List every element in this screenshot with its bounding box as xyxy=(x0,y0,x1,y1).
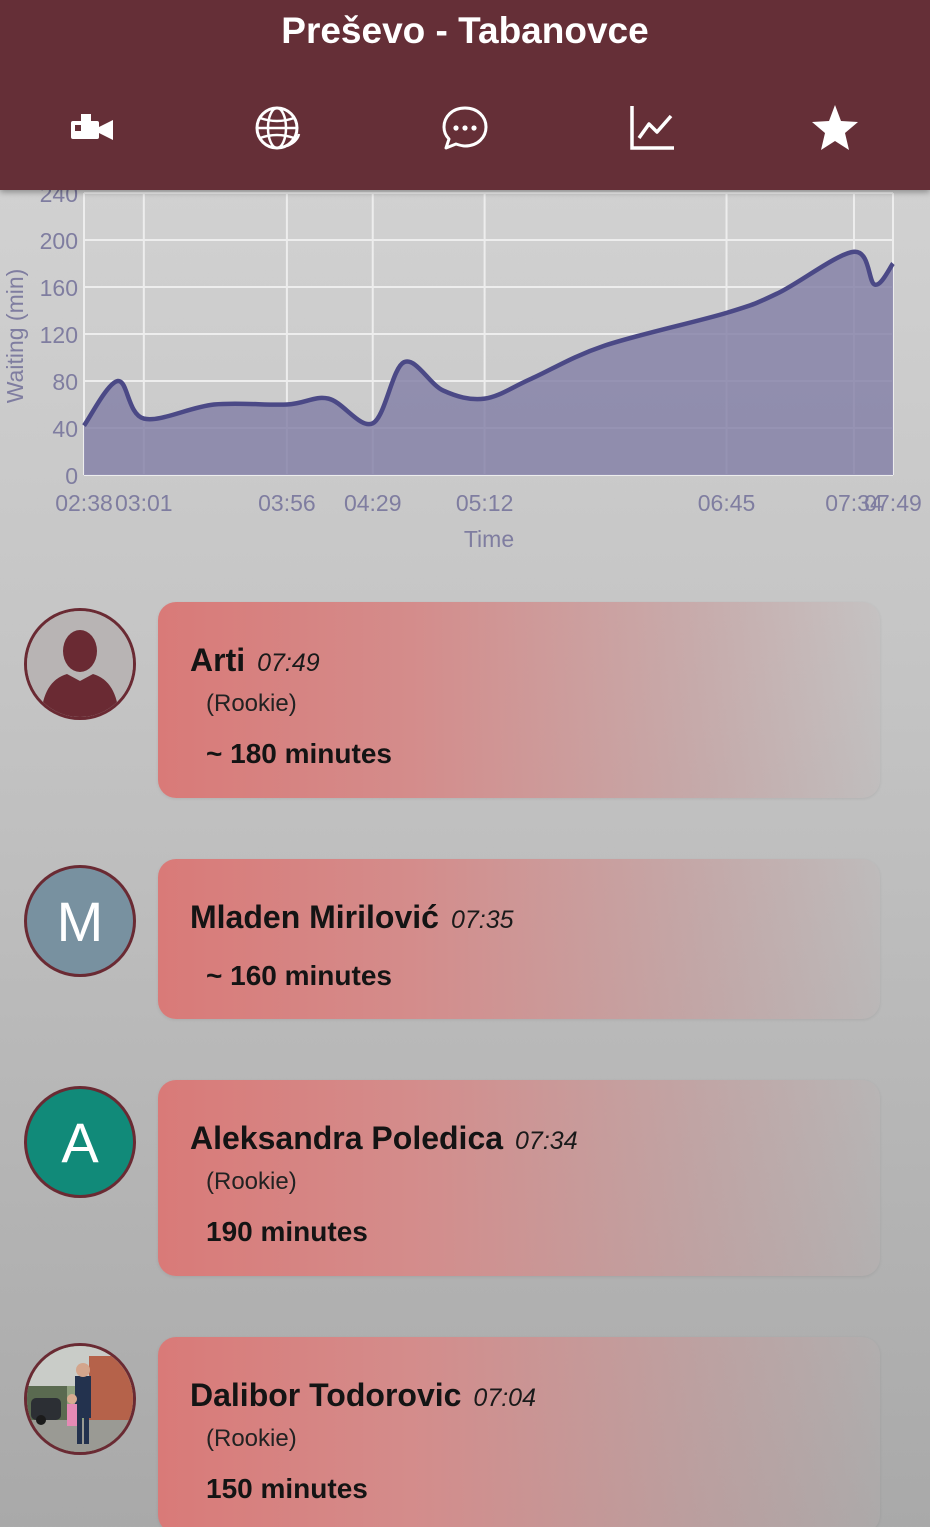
avatar-letter: M xyxy=(56,889,104,953)
reporter-name: Arti xyxy=(190,642,246,678)
y-tick-label: 120 xyxy=(40,322,78,348)
globe-button[interactable] xyxy=(242,95,312,161)
x-tick-label: 02:38 xyxy=(55,490,113,516)
reporter-name: Aleksandra Poledica xyxy=(190,1120,504,1156)
report-time: 07:04 xyxy=(473,1384,536,1412)
avatar[interactable]: M xyxy=(24,865,136,977)
waiting-minutes: ~ 160 minutes xyxy=(206,960,392,991)
x-tick-label: 07:49 xyxy=(864,490,922,516)
report-time: 07:35 xyxy=(450,906,514,934)
y-tick-label: 0 xyxy=(65,463,78,489)
reporter-rank: (Rookie) xyxy=(206,1168,297,1195)
toolbar xyxy=(0,95,930,165)
y-tick-label: 160 xyxy=(40,275,78,301)
x-tick-label: 06:45 xyxy=(698,490,756,516)
waiting-minutes: ~ 180 minutes xyxy=(206,738,392,769)
report-card[interactable]: Aleksandra Poledica 07:34 (Rookie) 190 mi… xyxy=(158,1080,880,1276)
chart-svg: 0 40 80 120 160 200 240 02:38 03:01 03:56 04:29 05:… xyxy=(2,190,922,552)
avatar[interactable] xyxy=(24,608,136,720)
chat-bubble-icon xyxy=(442,106,488,150)
waiting-minutes: 190 minutes xyxy=(206,1216,368,1247)
video-camera-button[interactable] xyxy=(58,95,128,161)
line-chart-icon xyxy=(630,106,674,150)
user-silhouette-icon xyxy=(27,611,133,717)
report-time: 07:34 xyxy=(515,1127,578,1155)
page-title: Preševo - Tabanovce xyxy=(281,10,649,51)
app-header: Preševo - Tabanovce xyxy=(0,0,930,190)
reporter-name: Mladen Mirilović xyxy=(190,899,439,935)
report-time: 07:49 xyxy=(257,649,320,677)
x-tick-label: 03:56 xyxy=(258,490,316,516)
globe-icon xyxy=(255,106,301,150)
reporter-name: Dalibor Todorovic xyxy=(190,1377,462,1413)
y-axis-title: Waiting (min) xyxy=(2,269,28,404)
y-tick-label: 200 xyxy=(40,228,78,254)
video-camera-icon xyxy=(71,114,113,140)
chart-button[interactable] xyxy=(618,95,688,161)
favorite-button[interactable] xyxy=(800,95,870,161)
avatar[interactable] xyxy=(24,1343,136,1455)
x-tick-label: 05:12 xyxy=(456,490,514,516)
reporter-rank: (Rookie) xyxy=(206,1425,297,1452)
report-card[interactable]: Mladen Mirilović 07:35 ~ 160 minutes xyxy=(158,859,880,1019)
waiting-time-chart: 0 40 80 120 160 200 240 02:38 03:01 03:56 04:29 05:… xyxy=(0,190,930,560)
reporter-rank: (Rookie) xyxy=(206,690,297,717)
report-card[interactable]: Dalibor Todorovic 07:04 (Rookie) 150 minu… xyxy=(158,1337,880,1527)
series-area xyxy=(84,251,893,475)
y-tick-label: 80 xyxy=(52,369,78,395)
user-photo xyxy=(27,1346,133,1452)
chat-button[interactable] xyxy=(430,95,500,161)
y-tick-label: 40 xyxy=(52,416,78,442)
avatar-letter: A xyxy=(61,1110,99,1174)
y-tick-label: 240 xyxy=(40,190,78,207)
star-icon xyxy=(812,105,858,150)
waiting-minutes: 150 minutes xyxy=(206,1473,368,1504)
x-tick-label: 03:01 xyxy=(115,490,173,516)
report-card[interactable]: Arti 07:49 (Rookie) ~ 180 minutes xyxy=(158,602,880,798)
x-tick-label: 04:29 xyxy=(344,490,402,516)
x-axis-title: Time xyxy=(464,526,514,552)
avatar[interactable]: A xyxy=(24,1086,136,1198)
